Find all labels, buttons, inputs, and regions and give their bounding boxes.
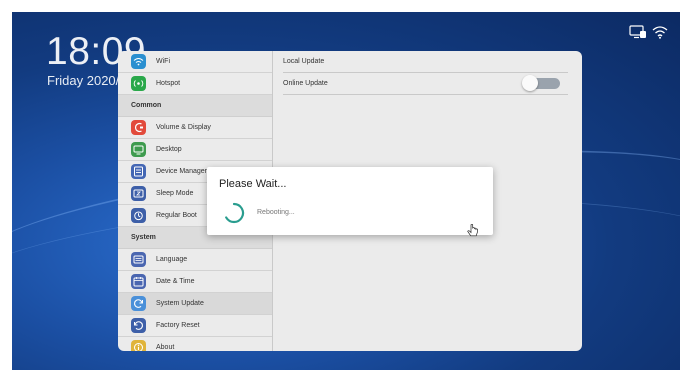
sidebar-item-label: Language <box>156 256 188 263</box>
sidebar-item-desktop[interactable]: Desktop <box>118 139 272 161</box>
sidebar-item-label: Factory Reset <box>156 322 200 329</box>
desktop-icon <box>131 142 146 157</box>
regular-boot-icon <box>131 208 146 223</box>
wifi-icon <box>131 54 146 69</box>
factory-reset-icon <box>131 318 146 333</box>
sidebar-item-date-time[interactable]: Date & Time <box>118 271 272 293</box>
sidebar-item-label: WiFi <box>156 58 170 65</box>
sidebar-item-label: Volume & Display <box>156 124 211 131</box>
wifi-status-icon[interactable] <box>652 25 668 44</box>
screen-cast-icon[interactable] <box>629 25 647 44</box>
online-update-item[interactable]: Online Update <box>283 73 568 95</box>
sidebar-item-label: Date & Time <box>156 278 195 285</box>
sidebar-item-about[interactable]: About <box>118 337 272 351</box>
about-icon <box>131 340 146 351</box>
sidebar-item-label: Sleep Mode <box>156 190 194 197</box>
dialog-message: Rebooting... <box>257 209 295 216</box>
sleep-mode-icon <box>131 186 146 201</box>
sidebar-item-volume-display[interactable]: Volume & Display <box>118 117 272 139</box>
sidebar-item-hotspot[interactable]: Hotspot <box>118 73 272 95</box>
sidebar-item-factory-reset[interactable]: Factory Reset <box>118 315 272 337</box>
language-icon <box>131 252 146 267</box>
please-wait-dialog: Please Wait... Rebooting... <box>207 167 493 235</box>
sidebar-item-system-update[interactable]: System Update <box>118 293 272 315</box>
sidebar-item-label: Device Manager <box>156 168 207 175</box>
dialog-title: Please Wait... <box>219 178 287 190</box>
sidebar-item-wifi[interactable]: WiFi <box>118 51 272 73</box>
desktop-screen: 18:09 Friday 2020/9/ WiFi Hotspot Common… <box>12 12 680 370</box>
local-update-item[interactable]: Local Update <box>283 51 568 73</box>
online-update-toggle[interactable] <box>522 75 560 91</box>
sidebar-item-label: Hotspot <box>156 80 181 87</box>
sidebar-section-common: Common <box>118 95 272 117</box>
loading-spinner-icon <box>223 202 245 229</box>
hotspot-icon <box>131 76 146 91</box>
sidebar-item-label: Desktop <box>156 146 182 153</box>
local-update-label: Local Update <box>283 58 325 65</box>
system-update-icon <box>131 296 146 311</box>
hand-cursor-icon <box>467 223 479 243</box>
sidebar-item-language[interactable]: Language <box>118 249 272 271</box>
device-manager-icon <box>131 164 146 179</box>
sidebar-item-label: Regular Boot <box>156 212 197 219</box>
date-time-icon <box>131 274 146 289</box>
toggle-knob <box>522 75 538 91</box>
section-header: System <box>131 234 156 241</box>
online-update-label: Online Update <box>283 80 328 87</box>
status-icons <box>629 25 668 44</box>
sidebar-item-label: System Update <box>156 300 204 307</box>
sidebar-item-label: About <box>156 344 175 351</box>
section-header: Common <box>131 102 162 109</box>
volume-display-icon <box>131 120 146 135</box>
